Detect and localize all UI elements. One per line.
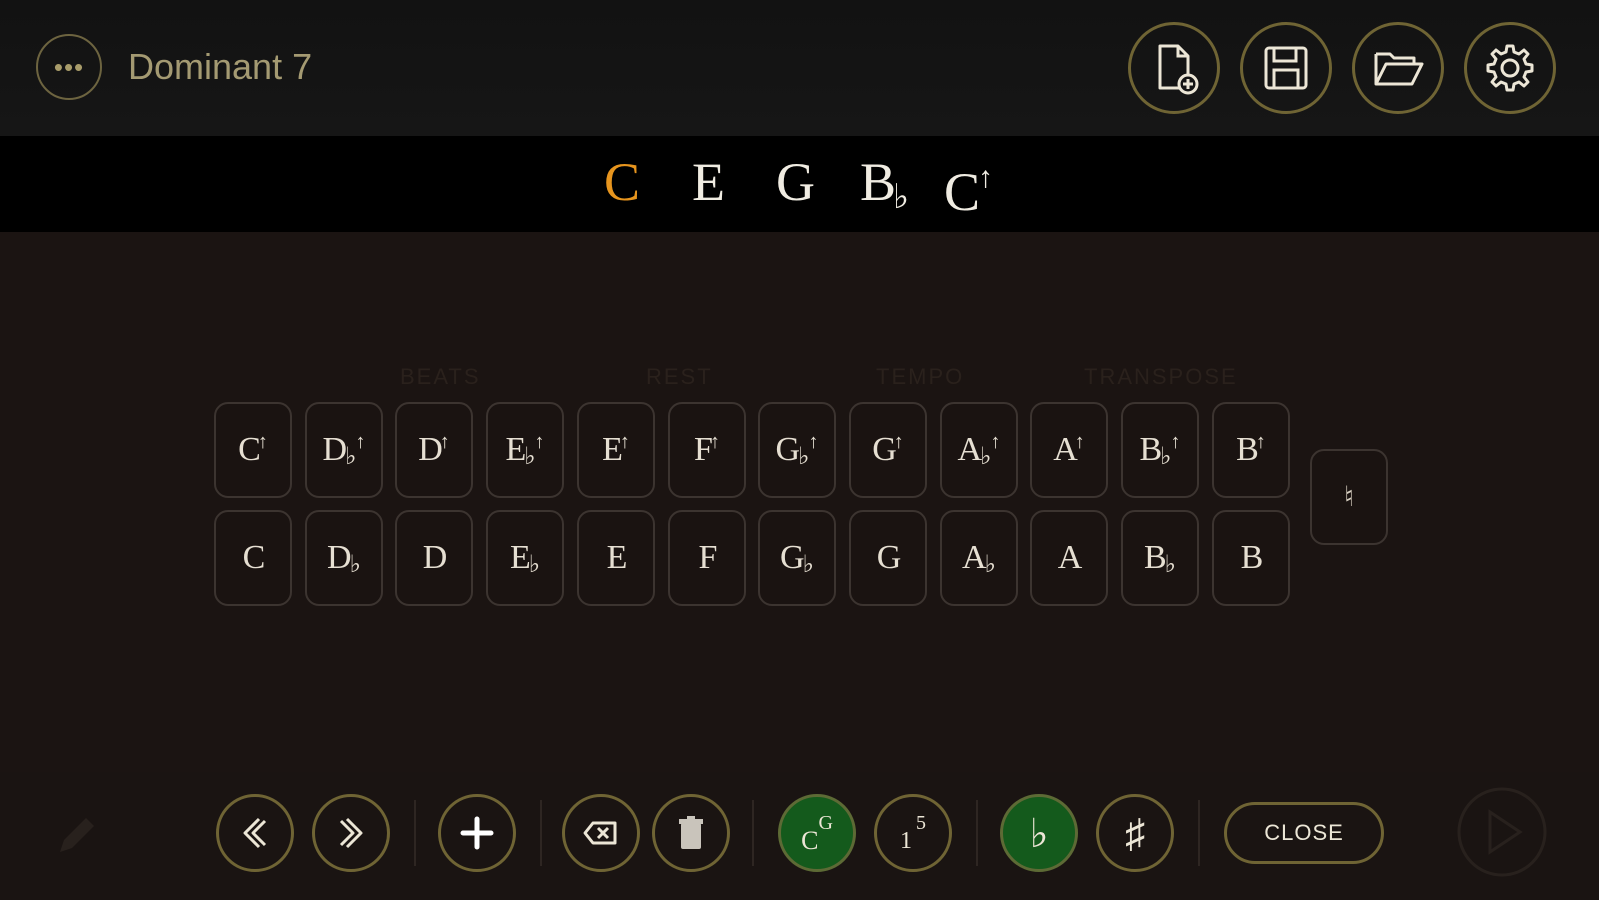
key-lower-9[interactable]: A bbox=[1030, 510, 1108, 606]
chord-note-root[interactable]: C bbox=[604, 150, 640, 214]
key-upper-3[interactable]: E ♭ ↑ bbox=[486, 402, 564, 498]
backspace-icon bbox=[583, 821, 617, 845]
key-upper-1[interactable]: D ♭ ↑ bbox=[305, 402, 383, 498]
settings-gear-icon bbox=[1486, 44, 1534, 92]
backspace-button[interactable] bbox=[562, 794, 640, 872]
key-lower-5[interactable]: F bbox=[668, 510, 746, 606]
key-lower-4[interactable]: E bbox=[577, 510, 655, 606]
key-upper-9[interactable]: A ↑ bbox=[1030, 402, 1108, 498]
ellipsis-icon: ••• bbox=[53, 51, 85, 82]
more-options-button[interactable]: ••• bbox=[36, 34, 102, 100]
previous-button[interactable] bbox=[216, 794, 294, 872]
note-names-toggle[interactable]: CG bbox=[778, 794, 856, 872]
key-upper-6[interactable]: G ♭ ↑ bbox=[758, 402, 836, 498]
beats-label: BEATS bbox=[400, 364, 481, 389]
key-upper-11[interactable]: B ↑ bbox=[1212, 402, 1290, 498]
key-upper-5[interactable]: F ↑ bbox=[668, 402, 746, 498]
key-upper-10[interactable]: B ♭ ↑ bbox=[1121, 402, 1199, 498]
divider bbox=[540, 800, 542, 866]
top-bar: ••• Dominant 7 bbox=[0, 0, 1599, 136]
key-lower-2[interactable]: D bbox=[395, 510, 473, 606]
chord-notes-strip: C E G B♭ C↑ bbox=[0, 136, 1599, 232]
key-lower-0[interactable]: C bbox=[214, 510, 292, 606]
key-upper-8[interactable]: A ♭ ↑ bbox=[940, 402, 1018, 498]
key-lower-10[interactable]: B ♭ bbox=[1121, 510, 1199, 606]
divider bbox=[752, 800, 754, 866]
rest-label: REST bbox=[646, 364, 713, 389]
key-lower-6[interactable]: G ♭ bbox=[758, 510, 836, 606]
sharp-toggle[interactable]: ♯ bbox=[1096, 794, 1174, 872]
chord-note-fifth[interactable]: G bbox=[776, 150, 815, 214]
new-document-button[interactable] bbox=[1128, 22, 1220, 114]
chord-note-third[interactable]: E bbox=[692, 150, 725, 214]
divider bbox=[1198, 800, 1200, 866]
key-lower-8[interactable]: A ♭ bbox=[940, 510, 1018, 606]
divider bbox=[976, 800, 978, 866]
chord-title: Dominant 7 bbox=[128, 46, 313, 87]
key-lower-1[interactable]: D ♭ bbox=[305, 510, 383, 606]
transpose-label: TRANSPOSE bbox=[1084, 364, 1238, 389]
key-upper-7[interactable]: G ↑ bbox=[849, 402, 927, 498]
open-folder-button[interactable] bbox=[1352, 22, 1444, 114]
chevron-left-icon bbox=[243, 817, 267, 849]
delete-button[interactable] bbox=[652, 794, 730, 872]
key-lower-3[interactable]: E ♭ bbox=[486, 510, 564, 606]
degree-numbers-toggle[interactable]: 15 bbox=[874, 794, 952, 872]
natural-key[interactable]: ♮ bbox=[1310, 449, 1388, 545]
key-lower-11[interactable]: B bbox=[1212, 510, 1290, 606]
key-upper-4[interactable]: E ↑ bbox=[577, 402, 655, 498]
chord-note-seventh[interactable]: B♭ bbox=[860, 150, 909, 222]
close-button[interactable]: CLOSE bbox=[1224, 802, 1384, 864]
play-icon[interactable] bbox=[1456, 786, 1548, 878]
chevron-right-icon bbox=[339, 817, 363, 849]
tempo-label: TEMPO bbox=[876, 364, 965, 389]
add-note-button[interactable] bbox=[438, 794, 516, 872]
plus-icon bbox=[460, 816, 494, 850]
open-folder-icon bbox=[1374, 52, 1424, 86]
divider bbox=[414, 800, 416, 866]
key-lower-7[interactable]: G bbox=[849, 510, 927, 606]
pencil-icon[interactable] bbox=[52, 812, 100, 860]
key-upper-0[interactable]: C ↑ bbox=[214, 402, 292, 498]
settings-button[interactable] bbox=[1464, 22, 1556, 114]
save-button[interactable] bbox=[1240, 22, 1332, 114]
next-button[interactable] bbox=[312, 794, 390, 872]
new-document-icon bbox=[1158, 44, 1199, 95]
key-upper-2[interactable]: D ↑ bbox=[395, 402, 473, 498]
chord-note-octave[interactable]: C↑ bbox=[944, 150, 993, 224]
flat-toggle[interactable]: ♭ bbox=[1000, 794, 1078, 872]
trash-icon bbox=[679, 816, 703, 849]
save-icon bbox=[1264, 46, 1308, 90]
